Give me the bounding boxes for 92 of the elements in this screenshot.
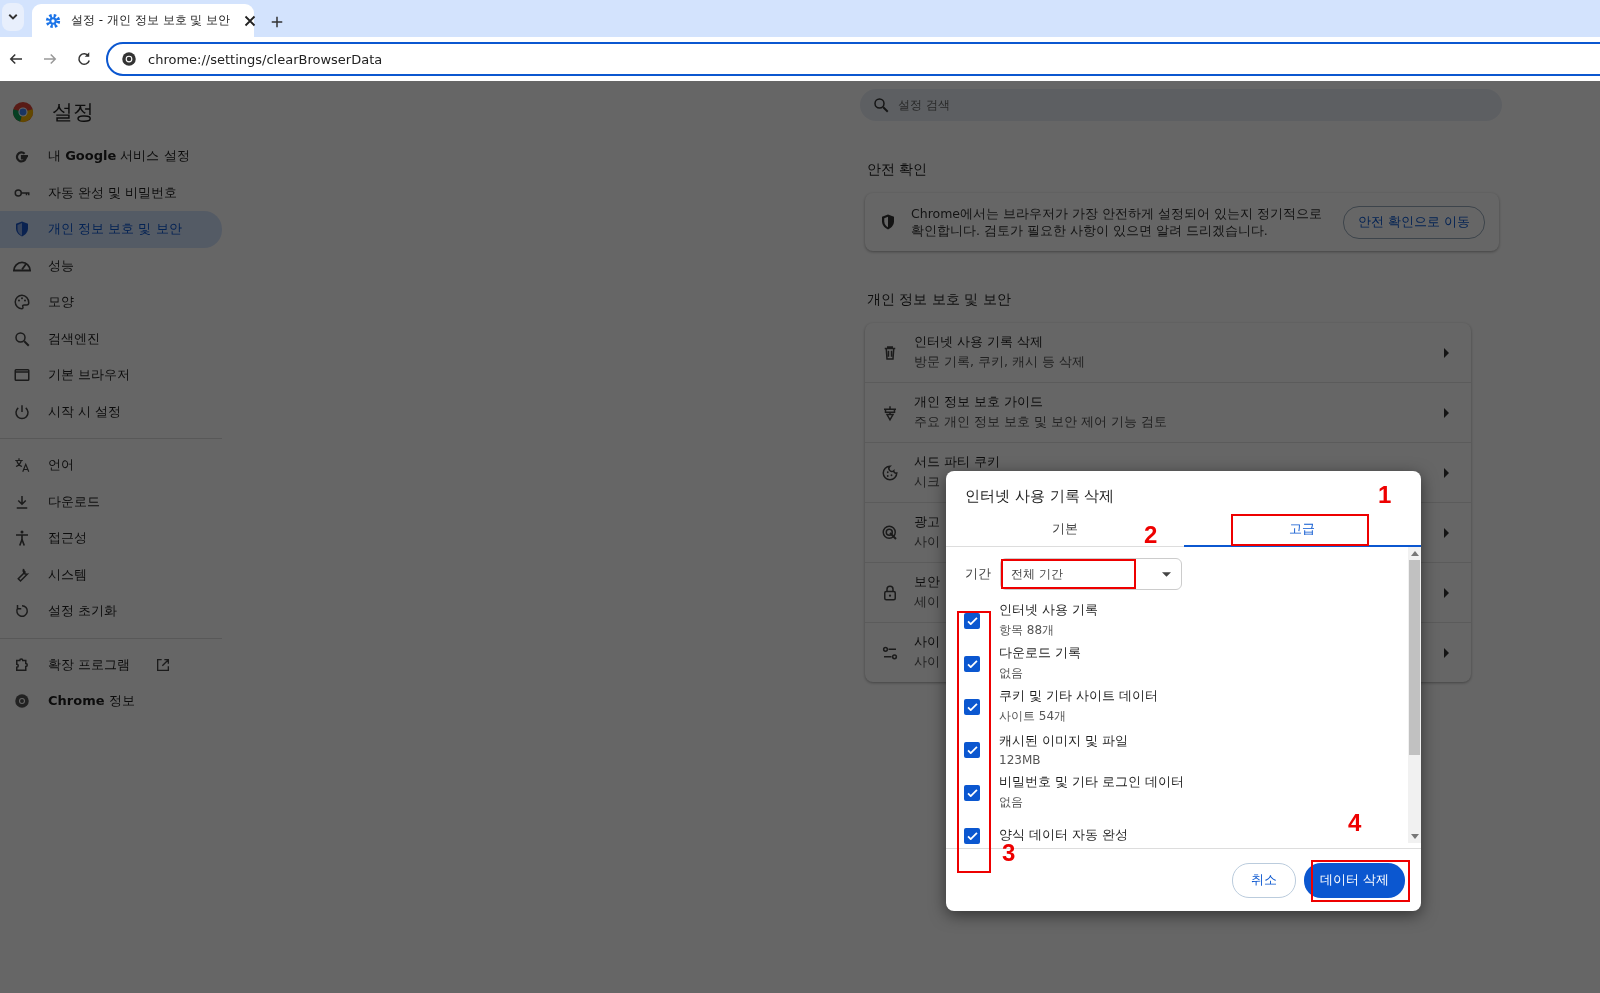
puzzle-icon — [13, 655, 31, 674]
sidebar-item[interactable]: 기본 브라우저 — [0, 357, 222, 394]
shield-icon — [879, 213, 897, 231]
checkbox[interactable] — [964, 698, 980, 715]
lock-icon — [881, 583, 899, 602]
sidebar-item[interactable]: Chrome 정보 — [0, 683, 222, 720]
safety-check-text: Chrome에서는 브라우저가 가장 안전하게 설정되어 있는지 정기적으로 확인합니다. 검토가 필요한 사항이 있으면 알려 드리겠습니다. — [911, 205, 1323, 239]
period-dropdown[interactable]: 전체 기간 — [1000, 558, 1182, 590]
row-title: 보안 — [914, 574, 940, 591]
item-detail: 없음 — [999, 665, 1023, 682]
sidebar-item[interactable]: 다운로드 — [0, 483, 222, 520]
tab-list-button[interactable] — [2, 3, 24, 31]
ad-target-icon — [881, 523, 899, 542]
caret-right-icon — [1444, 347, 1449, 358]
row-subtitle: 시크 — [914, 474, 940, 491]
checkbox[interactable] — [964, 784, 980, 801]
caret-down-icon — [1162, 571, 1171, 577]
sidebar-item[interactable]: 시작 시 설정 — [0, 393, 222, 430]
row-title: 개인 정보 보호 가이드 — [914, 394, 1043, 411]
sidebar-item[interactable]: 시스템 — [0, 556, 222, 593]
item-label: 비밀번호 및 기타 로그인 데이터 — [999, 774, 1184, 791]
period-label: 기간 — [965, 565, 991, 583]
checkbox[interactable] — [964, 827, 980, 844]
annotation-number: 4 — [1348, 809, 1362, 837]
section-heading: 안전 확인 — [867, 161, 929, 179]
sidebar-item[interactable]: 확장 프로그램 — [0, 646, 222, 683]
checkbox[interactable] — [964, 741, 980, 758]
item-detail: 사이트 54개 — [999, 708, 1067, 725]
cancel-button[interactable]: 취소 — [1232, 862, 1296, 898]
delete-data-button[interactable]: 데이터 삭제 — [1304, 862, 1405, 898]
sidebar-item[interactable]: 모양 — [0, 284, 222, 321]
check-icon — [966, 788, 978, 797]
cookie-icon — [881, 463, 899, 482]
sidebar-item[interactable]: 접근성 — [0, 520, 222, 557]
sidebar-item[interactable]: 언어 — [0, 447, 222, 484]
item-label: 양식 데이터 자동 완성 — [999, 827, 1128, 844]
sidebar-item[interactable]: 설정 초기화 — [0, 593, 222, 630]
item-label: 쿠키 및 기타 사이트 데이터 — [999, 688, 1158, 705]
chrome-logo-icon — [120, 50, 138, 68]
check-icon — [966, 831, 978, 840]
power-icon — [13, 402, 31, 421]
reload-icon — [75, 50, 93, 68]
caret-right-icon — [1444, 407, 1449, 418]
row-title: 인터넷 사용 기록 삭제 — [914, 334, 1043, 351]
accessibility-icon — [13, 529, 31, 548]
chrome-logo-icon — [13, 692, 31, 711]
item-detail: 없음 — [999, 794, 1023, 811]
caret-right-icon — [1444, 587, 1449, 598]
gear-icon — [44, 11, 62, 30]
sidebar-item[interactable]: 성능 — [0, 247, 222, 284]
sidebar-item[interactable]: 내 Google 서비스 설정 — [0, 138, 222, 175]
item-detail: 123MB — [999, 752, 1041, 767]
tab-title: 설정 - 개인 정보 보호 및 보안 — [71, 12, 231, 29]
shield-icon — [13, 220, 31, 239]
row-subtitle: 사이 — [914, 654, 940, 671]
item-label: 인터넷 사용 기록 — [999, 602, 1098, 619]
caret-right-icon — [1444, 647, 1449, 658]
sidebar-item[interactable]: 자동 완성 및 비밀번호 — [0, 174, 222, 211]
checkbox[interactable] — [964, 655, 980, 672]
item-detail: 항목 88개 — [999, 622, 1055, 639]
row-title: 서드 파티 쿠키 — [914, 454, 1000, 471]
row-subtitle: 세이 — [914, 594, 940, 611]
translate-icon — [13, 456, 31, 475]
url-text: chrome://settings/clearBrowserData — [148, 51, 383, 67]
row-title: 광고 — [914, 514, 940, 531]
sidebar-item[interactable]: 검색엔진 — [0, 320, 222, 357]
caret-right-icon — [1444, 467, 1449, 478]
check-icon — [966, 702, 978, 711]
browser-tab[interactable]: 설정 - 개인 정보 보호 및 보안 — [32, 4, 254, 37]
palette-icon — [13, 293, 31, 312]
annotation-number: 2 — [1144, 521, 1158, 549]
search-icon — [13, 329, 31, 348]
dialog-tab[interactable]: 고급 — [1183, 513, 1421, 547]
settings-title: 설정 — [52, 99, 94, 126]
row-title: 사이 — [914, 634, 940, 651]
sidebar-item[interactable]: 개인 정보 보호 및 보안 — [0, 211, 222, 248]
safety-check-button[interactable]: 안전 확인으로 이동 — [1343, 205, 1485, 239]
search-icon — [872, 96, 890, 114]
check-icon — [966, 616, 978, 625]
check-icon — [966, 659, 978, 668]
item-label: 캐시된 이미지 및 파일 — [999, 732, 1128, 750]
section-heading: 개인 정보 보호 및 보안 — [867, 291, 1012, 309]
chrome-logo-icon — [12, 101, 34, 123]
check-icon — [966, 745, 978, 754]
row-subtitle: 사이 — [914, 534, 940, 551]
row-subtitle: 주요 개인 정보 보호 및 보안 제어 기능 검토 — [914, 414, 1167, 431]
dialog-title: 인터넷 사용 기록 삭제 — [965, 487, 1115, 507]
item-label: 다운로드 기록 — [999, 645, 1081, 662]
caret-right-icon — [1444, 527, 1449, 538]
address-bar[interactable]: chrome://settings/clearBrowserData — [106, 42, 1600, 76]
scrollbar[interactable] — [1408, 547, 1421, 843]
annotation-number: 1 — [1378, 481, 1392, 509]
